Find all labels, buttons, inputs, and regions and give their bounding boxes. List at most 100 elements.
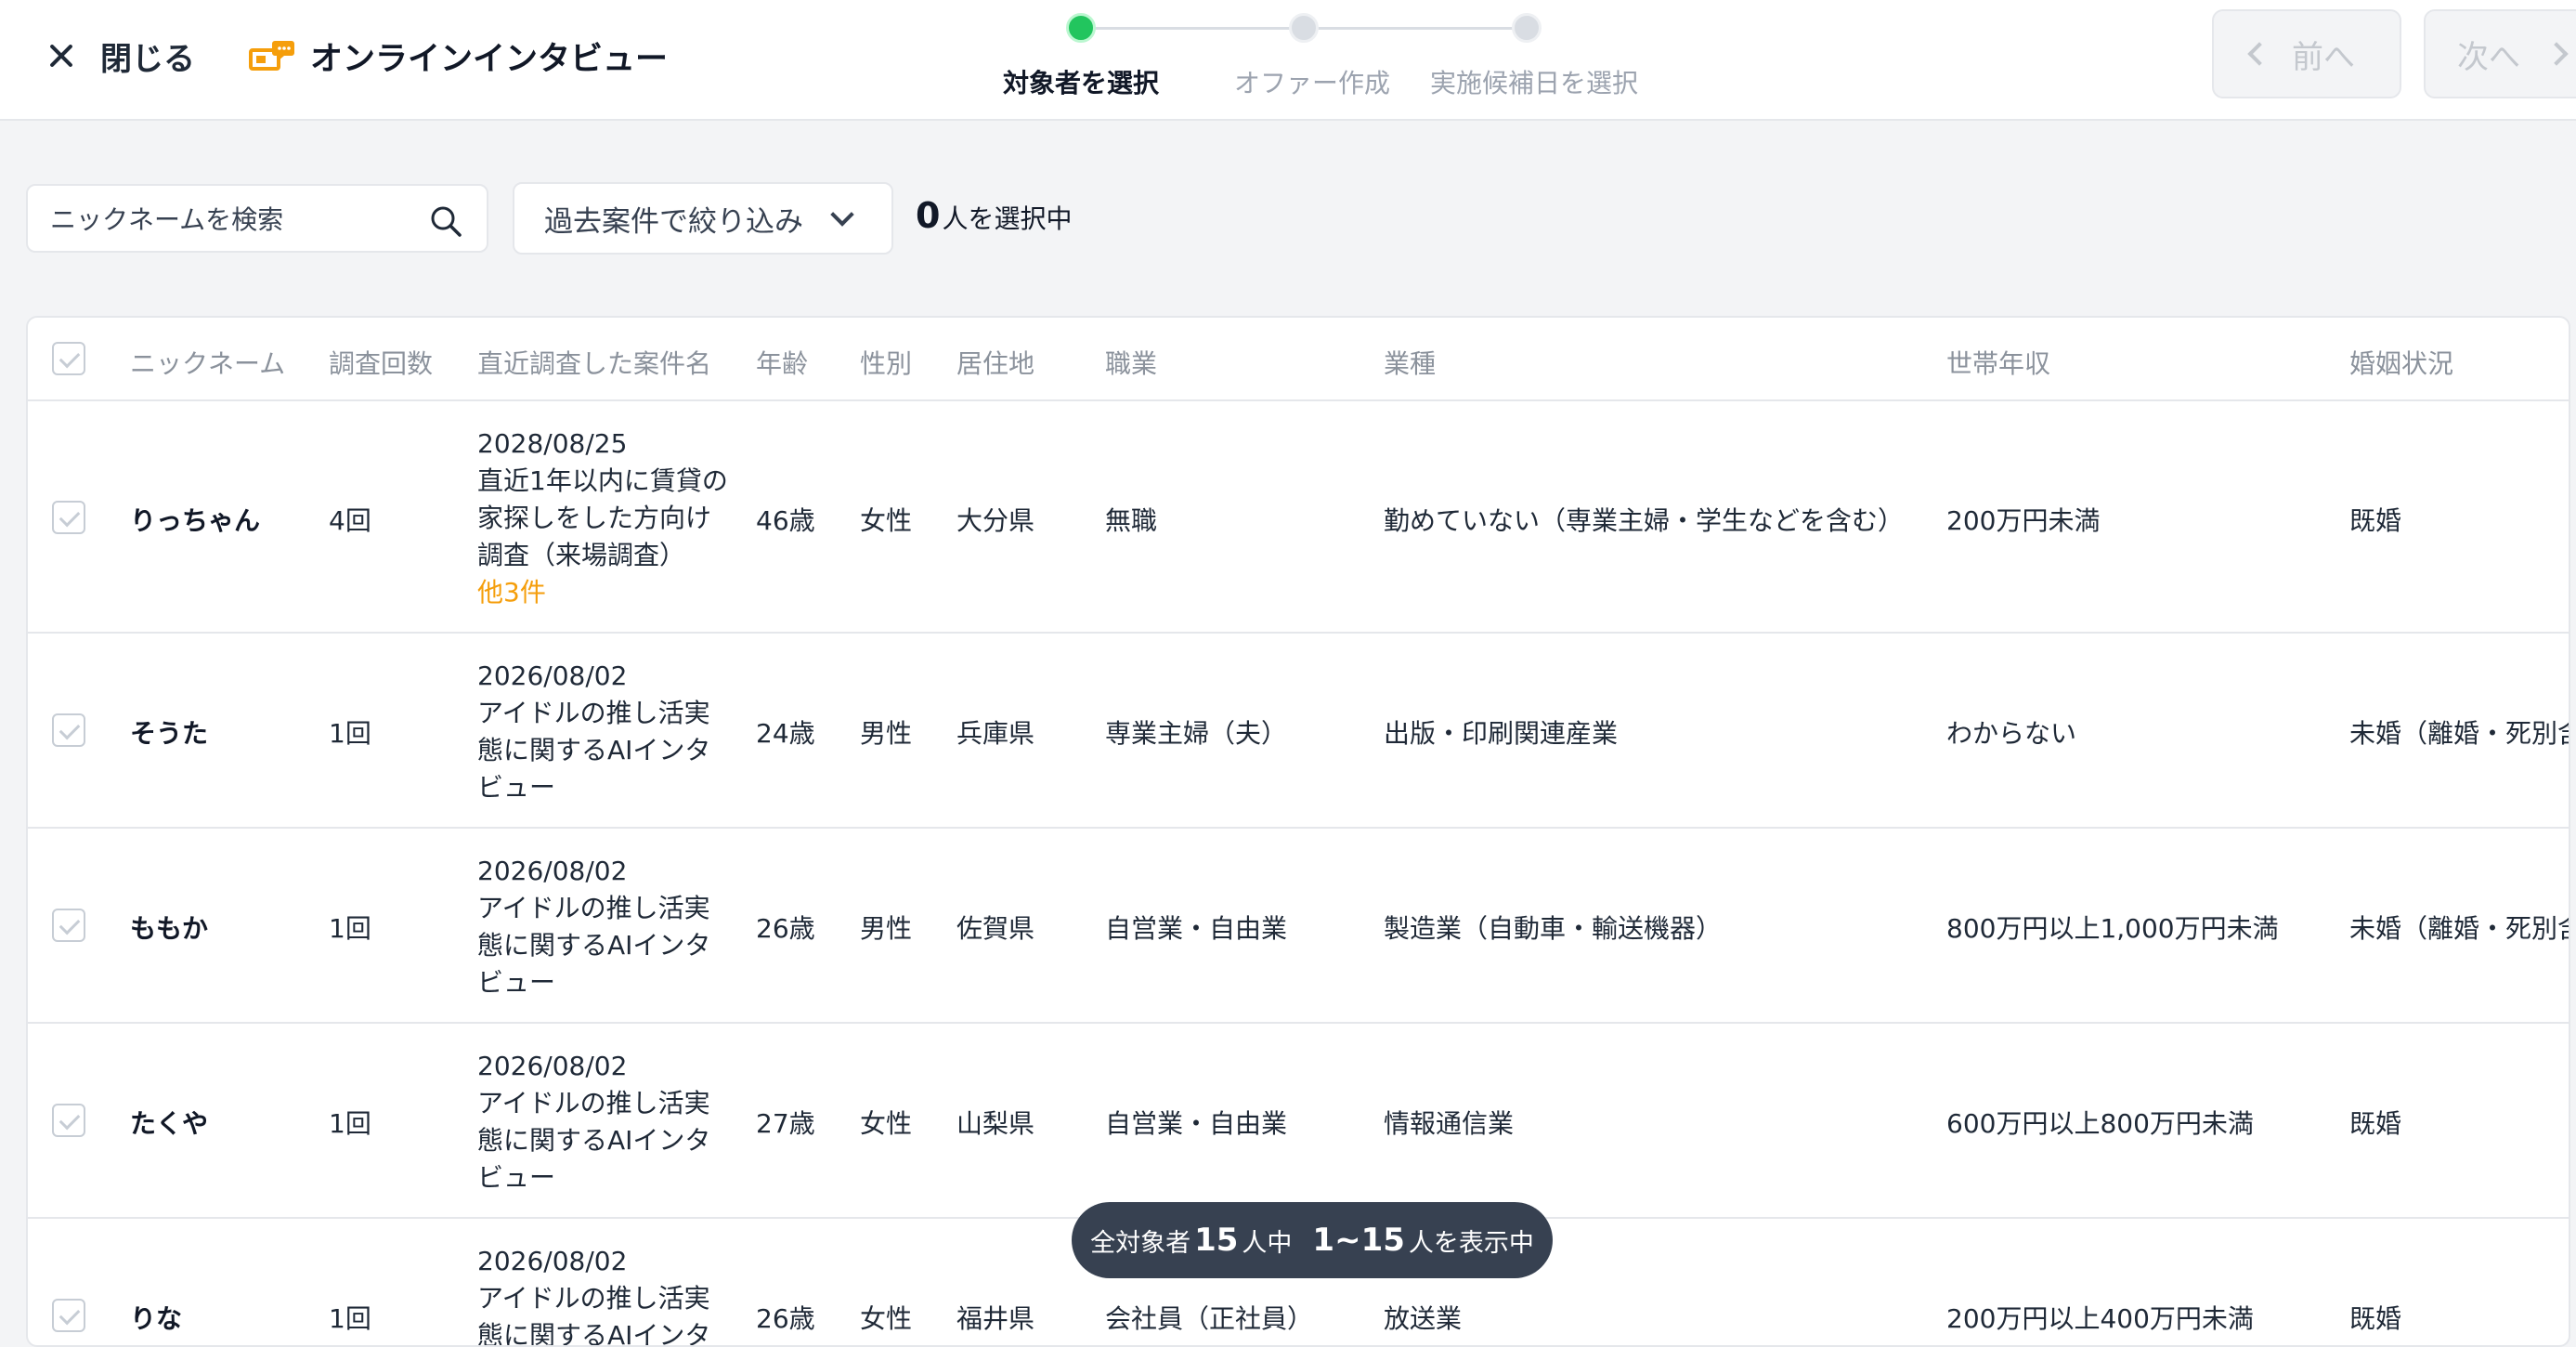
cell-nickname: りっちゃん bbox=[130, 505, 261, 536]
cell-industry: 勤めていない（専業主婦・学生などを含む） bbox=[1384, 505, 1905, 536]
column-header-nickname[interactable]: ニックネーム bbox=[130, 344, 285, 381]
project-name: 直近1年以内に賃貸の家探しをした方向け調査（来場調査） bbox=[477, 465, 728, 570]
cell-residence: 福井県 bbox=[956, 1303, 1035, 1334]
cell-residence: 佐賀県 bbox=[956, 913, 1035, 944]
column-header-gender[interactable]: 性別 bbox=[860, 344, 912, 381]
nickname-search bbox=[26, 184, 488, 253]
cell-gender: 女性 bbox=[860, 1108, 913, 1139]
project-name: アイドルの推し活実態に関するAIインタビュー bbox=[477, 893, 711, 998]
table-header: ニックネーム 調査回数 直近調査した案件名 年齢 性別 居住地 職業 業種 世帯… bbox=[28, 318, 2569, 401]
cell-gender: 女性 bbox=[860, 505, 913, 536]
display-count-toast: 全対象者 15 人中 1~15 人を表示中 bbox=[1072, 1202, 1553, 1278]
toast-suffix: 人を表示中 bbox=[1408, 1228, 1534, 1258]
cell-marital: 既婚 bbox=[2349, 1303, 2402, 1334]
step-dot-1 bbox=[1066, 13, 1096, 43]
step-dot-2 bbox=[1289, 13, 1319, 43]
chevron-down-icon bbox=[830, 203, 854, 227]
row-checkbox[interactable] bbox=[52, 1299, 85, 1332]
row-checkbox[interactable] bbox=[52, 1104, 85, 1137]
cell-gender: 女性 bbox=[860, 1303, 913, 1334]
step-connector bbox=[1313, 27, 1536, 30]
project-date: 2026/08/02 bbox=[477, 1051, 628, 1081]
cell-residence: 大分県 bbox=[956, 505, 1035, 536]
cell-income: 200万円未満 bbox=[1946, 505, 2101, 536]
column-header-marital[interactable]: 婚姻状況 bbox=[2349, 344, 2453, 381]
cell-project: 2028/08/25 直近1年以内に賃貸の家探しをした方向け調査（来場調査） 他… bbox=[477, 425, 728, 611]
cell-nickname: りな bbox=[130, 1303, 183, 1334]
project-date: 2028/08/25 bbox=[477, 428, 628, 459]
project-name: アイドルの推し活実態に関するAIインタビュー bbox=[477, 1283, 711, 1347]
select-all-checkbox[interactable] bbox=[52, 342, 85, 375]
cell-count: 1回 bbox=[329, 913, 371, 944]
cell-project: 2026/08/02 アイドルの推し活実態に関するAIインタビュー bbox=[477, 1048, 728, 1197]
selected-count: 0 人を選択中 bbox=[916, 195, 1072, 243]
cell-marital: 未婚（離婚・死別含 bbox=[2349, 718, 2570, 749]
cell-occupation: 無職 bbox=[1105, 505, 1158, 536]
cell-income: 800万円以上1,000万円未満 bbox=[1946, 913, 2279, 944]
close-label: 閉じる bbox=[100, 40, 195, 78]
cell-residence: 兵庫県 bbox=[956, 718, 1035, 749]
toast-prefix: 全対象者 bbox=[1090, 1228, 1191, 1258]
column-header-count[interactable]: 調査回数 bbox=[329, 344, 433, 381]
close-button[interactable]: 閉じる bbox=[41, 30, 195, 82]
cell-income: 200万円以上400万円未満 bbox=[1946, 1303, 2254, 1334]
step-connector bbox=[1088, 27, 1306, 30]
cell-age: 46歳 bbox=[756, 505, 815, 536]
search-icon[interactable] bbox=[429, 204, 462, 238]
selected-count-number: 0 bbox=[916, 195, 941, 236]
cell-project: 2026/08/02 アイドルの推し活実態に関するAIインタビュー bbox=[477, 1243, 728, 1347]
step-label-3: 実施候補日を選択 bbox=[1429, 68, 1639, 98]
filter-label: 過去案件で絞り込み bbox=[544, 204, 803, 239]
column-header-age[interactable]: 年齢 bbox=[756, 344, 808, 381]
row-checkbox[interactable] bbox=[52, 909, 85, 942]
table-row[interactable]: そうた 1回 2026/08/02 アイドルの推し活実態に関するAIインタビュー… bbox=[28, 634, 2569, 829]
cell-age: 27歳 bbox=[756, 1108, 815, 1139]
cell-project: 2026/08/02 アイドルの推し活実態に関するAIインタビュー bbox=[477, 658, 728, 806]
cell-age: 24歳 bbox=[756, 718, 815, 749]
row-checbox[interactable] bbox=[52, 713, 85, 747]
column-header-income[interactable]: 世帯年収 bbox=[1946, 344, 2050, 381]
cell-marital: 既婚 bbox=[2349, 505, 2402, 536]
cell-marital: 既婚 bbox=[2349, 1108, 2402, 1139]
close-icon bbox=[41, 35, 82, 76]
toast-mid: 人中 bbox=[1242, 1228, 1293, 1258]
toast-total: 15 bbox=[1194, 1222, 1239, 1259]
cell-occupation: 自営業・自由業 bbox=[1105, 1108, 1288, 1139]
app-title: オンラインインタビュー bbox=[249, 30, 668, 82]
search-input[interactable] bbox=[50, 199, 422, 240]
toast-range: 1~15 bbox=[1312, 1222, 1405, 1259]
project-date: 2026/08/02 bbox=[477, 856, 628, 886]
cell-residence: 山梨県 bbox=[956, 1108, 1035, 1139]
next-button[interactable]: 次へ bbox=[2424, 9, 2576, 98]
cell-occupation: 自営業・自由業 bbox=[1105, 913, 1288, 944]
step-dot-3 bbox=[1512, 13, 1542, 43]
cell-nickname: たくや bbox=[130, 1108, 209, 1139]
project-date: 2026/08/02 bbox=[477, 660, 628, 691]
cell-industry: 出版・印刷関連産業 bbox=[1384, 718, 1619, 749]
selected-count-suffix: 人を選択中 bbox=[942, 203, 1073, 234]
table-row[interactable]: たくや 1回 2026/08/02 アイドルの推し活実態に関するAIインタビュー… bbox=[28, 1024, 2569, 1219]
project-name: アイドルの推し活実態に関するAIインタビュー bbox=[477, 1088, 711, 1193]
cell-age: 26歳 bbox=[756, 913, 815, 944]
cell-nickname: そうた bbox=[130, 718, 209, 749]
prev-button[interactable]: 前へ bbox=[2212, 9, 2401, 98]
row-checkbox[interactable] bbox=[52, 501, 85, 534]
past-project-filter[interactable]: 過去案件で絞り込み bbox=[513, 182, 893, 255]
column-header-residence[interactable]: 居住地 bbox=[956, 344, 1034, 381]
cell-nickname: ももか bbox=[130, 913, 209, 944]
app-title-text: オンラインインタビュー bbox=[310, 40, 669, 78]
column-header-project[interactable]: 直近調査した案件名 bbox=[477, 344, 711, 381]
cell-gender: 男性 bbox=[860, 718, 913, 749]
respondent-table: ニックネーム 調査回数 直近調査した案件名 年齢 性別 居住地 職業 業種 世帯… bbox=[26, 316, 2570, 1347]
column-header-industry[interactable]: 業種 bbox=[1384, 344, 1436, 381]
table-row[interactable]: ももか 1回 2026/08/02 アイドルの推し活実態に関するAIインタビュー… bbox=[28, 829, 2569, 1024]
project-name: アイドルの推し活実態に関するAIインタビュー bbox=[477, 698, 711, 803]
cell-gender: 男性 bbox=[860, 913, 913, 944]
cell-occupation: 専業主婦（夫） bbox=[1105, 718, 1288, 749]
cell-count: 1回 bbox=[329, 718, 371, 749]
step-label-1: 対象者を選択 bbox=[1002, 68, 1160, 98]
column-header-occupation[interactable]: 職業 bbox=[1105, 344, 1157, 381]
project-more-link[interactable]: 他3件 bbox=[477, 574, 728, 611]
table-row[interactable]: りっちゃん 4回 2028/08/25 直近1年以内に賃貸の家探しをした方向け調… bbox=[28, 401, 2569, 634]
cell-marital: 未婚（離婚・死別含 bbox=[2349, 913, 2570, 944]
